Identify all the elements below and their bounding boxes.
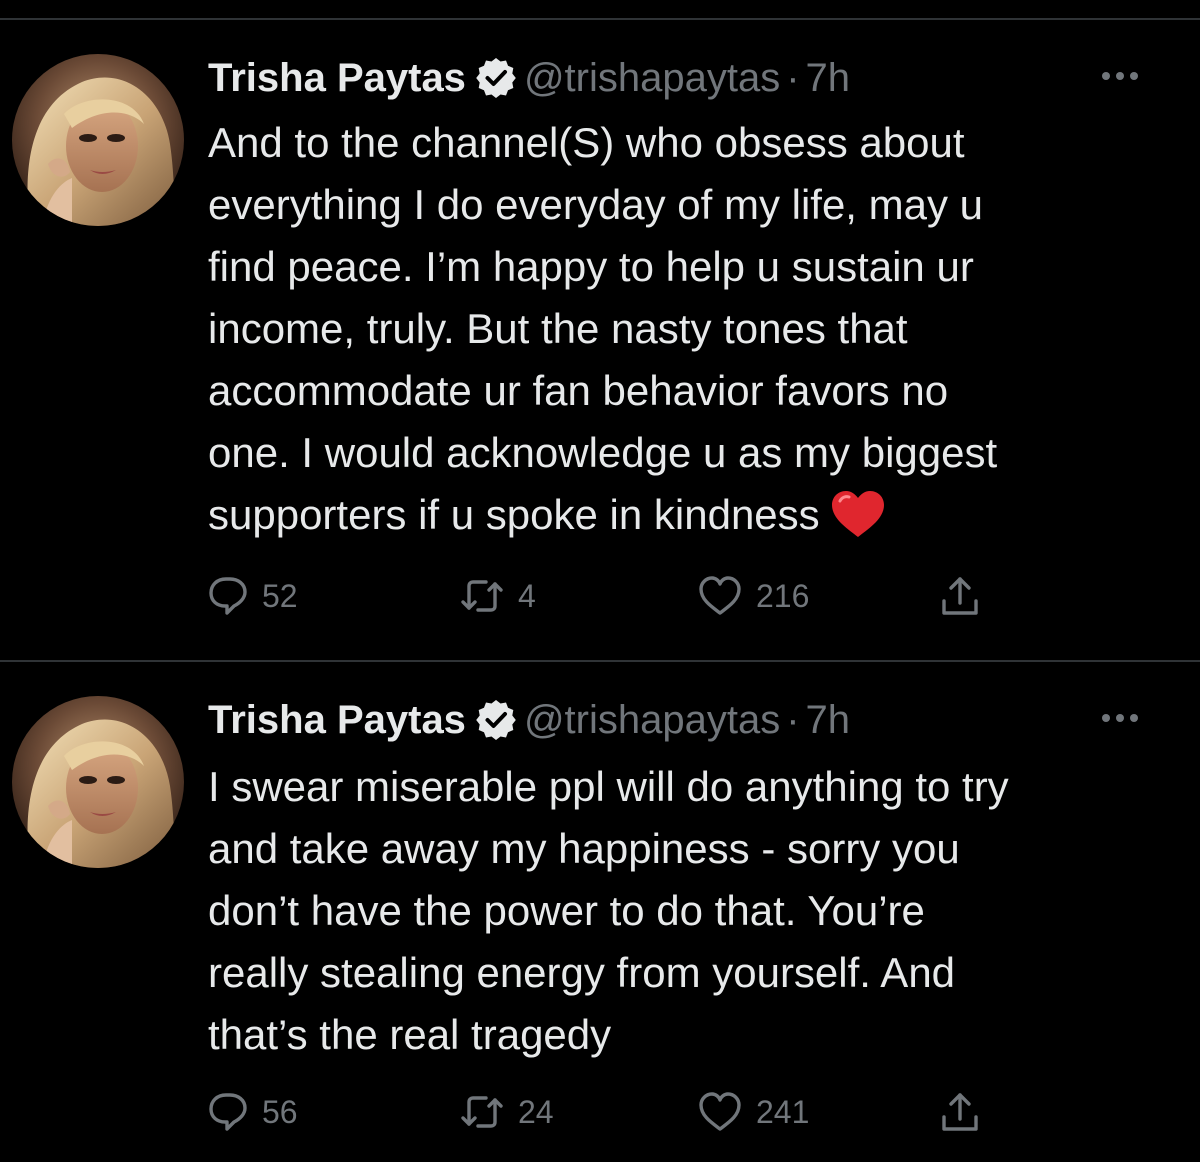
red-heart-emoji [830,489,886,539]
retweet-button[interactable]: 4 [460,570,536,622]
share-icon [940,1091,980,1133]
tweet-text-line: supporters if u spoke in kindness [208,491,820,538]
separator-dot: · [786,697,800,742]
tweet-actions: 56 24 241 [208,1086,1168,1138]
reply-icon [208,575,248,617]
tweet-text: And to the channel(S) who obsess about e… [208,112,1168,546]
tweet-text-line: that’s the real tragedy [208,1011,612,1058]
tweet-text: I swear miserable ppl will do anything t… [208,756,1168,1066]
tweet-text-line: find peace. I’m happy to help u sustain … [208,243,974,290]
reply-button[interactable]: 52 [208,570,298,622]
tweet-actions: 52 4 216 [208,570,1168,622]
tweet-text-line: everything I do everyday of my life, may… [208,181,984,228]
tweet-text-line-last: supporters if u spoke in kindness [208,484,1168,546]
like-button[interactable]: 216 [698,570,809,622]
author-name[interactable]: Trisha Paytas [208,56,466,101]
like-icon [698,575,742,617]
like-count: 241 [756,1093,810,1130]
tweet-timestamp[interactable]: 7h [806,56,851,101]
tweet-text-line: And to the channel(S) who obsess about [208,119,965,166]
retweet-button[interactable]: 24 [460,1086,554,1138]
verified-badge-icon [474,698,518,742]
share-button[interactable] [940,570,980,622]
tweet-text-line: don’t have the power to do that. You’re [208,887,925,934]
tweet-text-line: I swear miserable ppl will do anything t… [208,763,1009,810]
author-handle[interactable]: @trishapaytas [524,56,780,101]
tweet-header: Trisha Paytas @trishapaytas · 7h [208,52,850,104]
reply-button[interactable]: 56 [208,1086,298,1138]
tweet-text-line: accommodate ur fan behavior favors no [208,367,949,414]
reply-count: 56 [262,1093,298,1130]
retweet-count: 4 [518,577,536,614]
tweet[interactable]: Trisha Paytas @trishapaytas · 7h I swear… [0,662,1200,1162]
retweet-icon [460,1090,504,1134]
author-handle[interactable]: @trishapaytas [524,698,780,743]
separator-dot: · [786,55,800,100]
tweet-text-line: and take away my happiness - sorry you [208,825,960,872]
tweet-timestamp[interactable]: 7h [806,698,851,743]
tweet-header: Trisha Paytas @trishapaytas · 7h [208,694,850,746]
share-icon [940,575,980,617]
avatar[interactable] [12,54,184,226]
reply-count: 52 [262,577,298,614]
like-count: 216 [756,577,810,614]
author-name[interactable]: Trisha Paytas [208,698,466,743]
tweet-text-line: one. I would acknowledge u as my biggest [208,429,998,476]
more-horizontal-icon[interactable] [1100,708,1140,728]
more-horizontal-icon[interactable] [1100,66,1140,86]
share-button[interactable] [940,1086,980,1138]
retweet-icon [460,574,504,618]
verified-badge-icon [474,56,518,100]
tweet-text-line: income, truly. But the nasty tones that [208,305,908,352]
tweet-text-line: really stealing energy from yourself. An… [208,949,956,996]
reply-icon [208,1091,248,1133]
avatar[interactable] [12,696,184,868]
tweet[interactable]: Trisha Paytas @trishapaytas · 7h And to … [0,0,1200,660]
like-icon [698,1091,742,1133]
like-button[interactable]: 241 [698,1086,809,1138]
retweet-count: 24 [518,1093,554,1130]
